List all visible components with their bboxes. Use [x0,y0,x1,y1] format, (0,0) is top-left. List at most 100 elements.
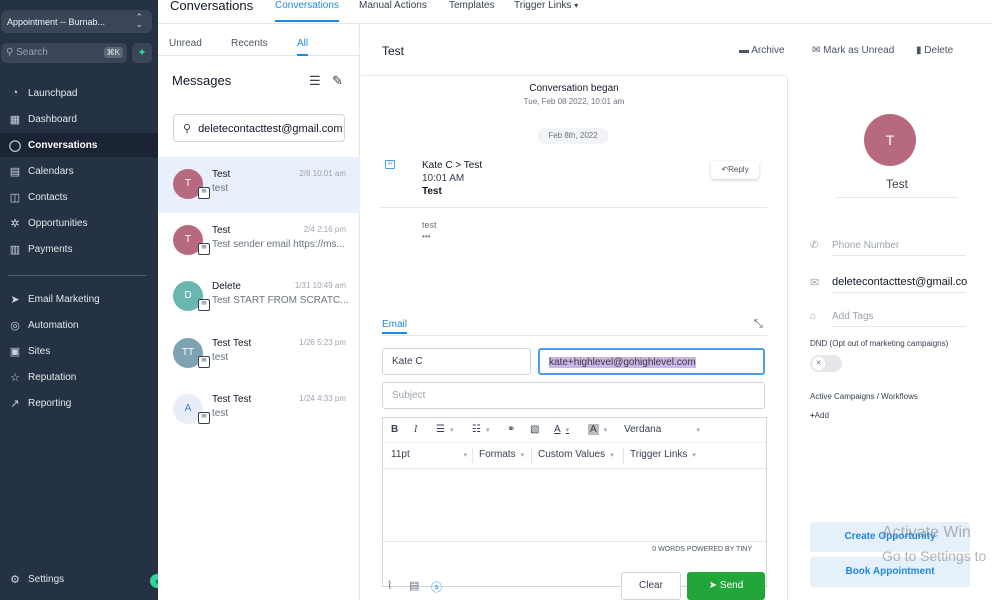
dnd-toggle[interactable]: ✕ [810,355,842,372]
account-switcher[interactable]: Appointment -- Burnab... ⌃ ⌄ [1,10,152,33]
quick-action-icon[interactable]: ✦ [132,43,152,63]
phone-field[interactable]: ✆ Phone Number [810,240,968,256]
email-more[interactable]: ••• [422,232,430,241]
mark-unread-button[interactable]: ✉ Mark as Unread [812,45,894,56]
email-field[interactable]: ✉ deletecontacttest@gmail.com [810,276,968,293]
attachment-icon[interactable]: ⌇ [387,579,392,592]
conversation-name: Test Test [212,338,252,349]
font-size-value: 11pt [391,449,410,460]
archive-button[interactable]: ▬ Archive [739,45,785,56]
conversation-item[interactable]: TT ✉ Test Test test 1/26 5:23 pm [158,326,360,382]
conversation-name: Test Test [212,394,252,405]
sidebar-item-payments[interactable]: ▥ Payments [0,237,158,261]
conversation-item[interactable]: A ✉ Test Test test 1/24 4:33 pm [158,382,360,438]
add-campaign-button[interactable]: +Add [810,411,829,420]
custom-values-menu[interactable]: Custom Values ▾ [538,449,614,460]
star-icon: ☆ [10,371,20,384]
delete-button[interactable]: ▮ Delete [916,45,953,56]
tags-field[interactable]: ⌂ Add Tags [810,311,968,327]
tab-manual-actions[interactable]: Manual Actions [359,0,427,11]
filter-all[interactable]: All [297,38,309,56]
top-navigation: Conversations Conversations Manual Actio… [158,0,992,24]
search-icon: ⚲ [6,47,14,58]
conversation-began-label: Conversation began [529,83,619,94]
sidebar-item-sites[interactable]: ▣ Sites [0,339,158,363]
mail-icon: ✉ [198,299,210,311]
clear-button[interactable]: Clear [621,572,681,600]
sidebar-item-calendars[interactable]: ▤ Calendars [0,159,158,183]
toolbar-separator [472,448,473,464]
conversation-item[interactable]: T ✉ Test Test sender email https://ms...… [158,213,360,269]
sidebar-item-contacts[interactable]: ◫ Contacts [0,185,158,209]
link-icon[interactable]: ⚭ [507,424,515,435]
toolbar-separator [623,448,624,464]
folder-icon: ▬ [739,45,749,56]
to-email-field[interactable]: kate+highlevel@gohighlevel.com [538,348,765,375]
send-button[interactable]: ➤ Send [687,572,765,600]
sidebar-item-reputation[interactable]: ☆ Reputation [0,365,158,389]
sidebar-item-automation[interactable]: ◎ Automation [0,313,158,337]
send-icon: ➤ [10,293,20,306]
font-family-select[interactable]: Verdana ▾ [624,424,700,435]
font-size-select[interactable]: 11pt ▾ [391,449,467,460]
numbered-list-icon[interactable]: ☷ ▾ [472,424,489,435]
from-name-field[interactable]: Kate C [382,348,531,375]
sidebar-item-label: Reporting [28,397,72,409]
sidebar-item-settings[interactable]: ⚙ Settings [0,567,158,591]
email-value: deletecontacttest@gmail.com [832,276,968,293]
conversation-item[interactable]: D ✉ Delete Test START FROM SCRATC... 1/3… [158,269,360,325]
mail-icon: ✉ [810,277,820,289]
bold-icon[interactable]: B [391,424,398,435]
trend-icon: ↗ [10,397,20,410]
messages-heading: Messages [172,73,232,88]
sidebar-item-opportunities[interactable]: ✲ Opportunities [0,211,158,235]
compose-icon[interactable]: ✎ [332,73,343,89]
filter-recents[interactable]: Recents [231,38,268,49]
template-icon[interactable]: ▤ [409,579,419,592]
conversation-header: Test ▬ Archive ✉ Mark as Unread ▮ Delete [361,24,953,76]
payment-link-icon[interactable]: ⓢ [431,579,442,595]
gear-icon: ⚙ [10,573,20,586]
email-body-editor[interactable] [383,468,766,542]
bullet-list-icon[interactable]: ☰ ▾ [436,424,453,435]
conversation-item[interactable]: T ✉ Test test 2/8 10:01 am [158,157,360,213]
contact-name[interactable]: Test [836,177,958,198]
messages-list-panel: Unread Recents All Messages ☰ ✎ ⚲ deletec… [158,24,360,600]
sidebar-search[interactable]: ⚲ Search ⌘K [1,43,127,63]
compose-tab-email[interactable]: Email [382,319,408,334]
formats-menu[interactable]: Formats ▾ [479,449,524,460]
trigger-links-menu[interactable]: Trigger Links ▾ [630,449,696,460]
email-subject: Test [422,186,442,197]
sidebar-item-dashboard[interactable]: ▦ Dashboard [0,107,158,131]
to-email-value: kate+highlevel@gohighlevel.com [549,357,696,368]
email-message[interactable]: ✉ Kate C > Test 10:01 AM Test ↶Reply [379,156,767,208]
tab-conversations[interactable]: Conversations [275,0,339,22]
filter-unread[interactable]: Unread [169,38,202,49]
tab-templates[interactable]: Templates [449,0,495,11]
conversation-date: 2/4 2:16 pm [303,225,346,234]
mail-icon: ✉ [198,356,210,368]
conversation-preview: Test sender email https://ms... [212,239,345,250]
conversation-preview: test [212,408,229,419]
conversation-title: Test [382,44,405,58]
mail-icon: ✉ [198,187,210,199]
collapse-icon[interactable]: ⤡ [754,318,763,331]
conversation-main: Test ▬ Archive ✉ Mark as Unread ▮ Delete… [361,24,953,600]
sidebar-item-launchpad[interactable]: ◔ Launchpad [0,81,158,105]
sidebar-item-email-marketing[interactable]: ➤ Email Marketing [0,287,158,311]
subject-field[interactable]: Subject [382,382,765,409]
text-color-icon[interactable]: A ▾ [554,424,569,435]
contact-avatar: T [864,114,916,166]
image-icon[interactable]: ▧ [530,424,539,435]
formats-label: Formats [479,449,516,460]
conversation-search-input[interactable]: ⚲ deletecontacttest@gmail.com [173,114,345,142]
reply-button[interactable]: ↶Reply [711,161,759,179]
reply-label: Reply [728,165,749,174]
date-divider-pill: Feb 8th, 2022 [537,128,609,144]
filter-sliders-icon[interactable]: ☰ [309,73,321,89]
sidebar-item-conversations[interactable]: ◯ Conversations [0,133,158,157]
italic-icon[interactable]: I [414,424,417,435]
sidebar-item-reporting[interactable]: ↗ Reporting [0,391,158,415]
tab-trigger-links[interactable]: Trigger Links ▾ [514,0,578,11]
highlight-color-icon[interactable]: A ▾ [588,424,607,435]
